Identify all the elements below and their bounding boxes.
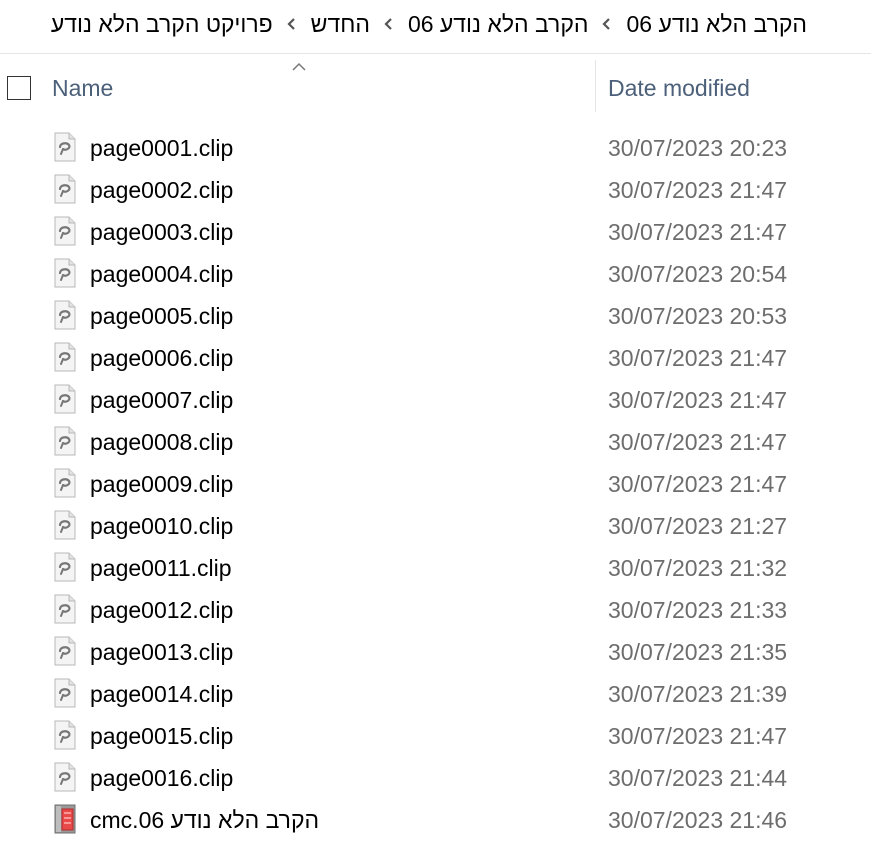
breadcrumb-item-2[interactable]: הקרב הלא נודע 06 [402, 11, 595, 38]
checkbox-icon[interactable] [7, 76, 31, 100]
breadcrumb-item-1[interactable]: הקרב הלא נודע 06 [620, 11, 813, 38]
chevron-left-icon[interactable] [594, 18, 620, 30]
file-list: page0001.clip 30/07/2023 20:23 page0002.cl… [0, 128, 871, 842]
file-row[interactable]: page0007.clip 30/07/2023 21:47 [0, 380, 871, 422]
file-date-modified: 30/07/2023 21:47 [608, 387, 788, 413]
file-name[interactable]: page0016.clip [90, 765, 233, 792]
file-name[interactable]: page0008.clip [90, 429, 233, 456]
clip-file-icon [53, 636, 77, 666]
clip-file-icon [53, 510, 77, 540]
column-resize-handle[interactable] [595, 60, 596, 112]
file-name[interactable]: page0014.clip [90, 681, 233, 708]
file-row[interactable]: page0013.clip 30/07/2023 21:35 [0, 632, 871, 674]
file-name[interactable]: page0005.clip [90, 303, 233, 330]
file-date-modified: 30/07/2023 21:33 [608, 597, 788, 623]
file-name[interactable]: page0002.clip [90, 177, 233, 204]
cmc-file-icon [53, 804, 77, 834]
file-date-modified: 30/07/2023 21:47 [608, 177, 788, 203]
file-date-modified: 30/07/2023 21:47 [608, 723, 788, 749]
file-row[interactable]: page0010.clip 30/07/2023 21:27 [0, 506, 871, 548]
file-name[interactable]: page0007.clip [90, 387, 233, 414]
file-name[interactable]: page0004.clip [90, 261, 233, 288]
clip-file-icon [53, 552, 77, 582]
clip-file-icon [53, 300, 77, 330]
file-name[interactable]: page0001.clip [90, 135, 233, 162]
file-date-modified: 30/07/2023 21:35 [608, 639, 788, 665]
file-row[interactable]: page0009.clip 30/07/2023 21:47 [0, 464, 871, 506]
file-date-modified: 30/07/2023 21:27 [608, 513, 788, 539]
clip-file-icon [53, 384, 77, 414]
clip-file-icon [53, 468, 77, 498]
column-header-date-modified[interactable]: Date modified [608, 75, 750, 102]
file-name[interactable]: page0012.clip [90, 597, 233, 624]
column-header-name[interactable]: Name [52, 75, 113, 102]
file-row[interactable]: הקרב הלא נודע 06.cmc 30/07/2023 21:46 [0, 800, 871, 842]
breadcrumb-item-4[interactable]: פרויקט הקרב הלא נודע [45, 11, 279, 38]
clip-file-icon [53, 720, 77, 750]
file-name[interactable]: page0010.clip [90, 513, 233, 540]
clip-file-icon [53, 216, 77, 246]
chevron-left-icon[interactable] [279, 18, 305, 30]
file-row[interactable]: page0015.clip 30/07/2023 21:47 [0, 716, 871, 758]
clip-file-icon [53, 762, 77, 792]
clip-file-icon [53, 678, 77, 708]
file-row[interactable]: page0005.clip 30/07/2023 20:53 [0, 296, 871, 338]
file-explorer-window: הקרב הלא נודע 06 הקרב הלא נודע 06 החדש פ… [0, 0, 871, 843]
file-name[interactable]: page0011.clip [90, 555, 232, 582]
clip-file-icon [53, 594, 77, 624]
file-name[interactable]: page0013.clip [90, 639, 233, 666]
file-name[interactable]: הקרב הלא נודע 06.cmc [90, 807, 319, 834]
file-date-modified: 30/07/2023 20:54 [608, 261, 788, 287]
file-row[interactable]: page0004.clip 30/07/2023 20:54 [0, 254, 871, 296]
file-date-modified: 30/07/2023 21:39 [608, 681, 788, 707]
sort-up-arrow-icon [291, 59, 307, 77]
file-date-modified: 30/07/2023 20:23 [608, 135, 788, 161]
breadcrumb: הקרב הלא נודע 06 הקרב הלא נודע 06 החדש פ… [0, 0, 871, 48]
file-row[interactable]: page0001.clip 30/07/2023 20:23 [0, 128, 871, 170]
file-name[interactable]: page0009.clip [90, 471, 233, 498]
file-row[interactable]: page0014.clip 30/07/2023 21:39 [0, 674, 871, 716]
file-row[interactable]: page0003.clip 30/07/2023 21:47 [0, 212, 871, 254]
file-name[interactable]: page0006.clip [90, 345, 233, 372]
file-row[interactable]: page0006.clip 30/07/2023 21:47 [0, 338, 871, 380]
file-date-modified: 30/07/2023 21:47 [608, 429, 788, 455]
file-row[interactable]: page0008.clip 30/07/2023 21:47 [0, 422, 871, 464]
file-row[interactable]: page0016.clip 30/07/2023 21:44 [0, 758, 871, 800]
file-date-modified: 30/07/2023 21:46 [608, 807, 788, 833]
file-date-modified: 30/07/2023 20:53 [608, 303, 788, 329]
chevron-left-icon[interactable] [376, 18, 402, 30]
file-date-modified: 30/07/2023 21:44 [608, 765, 788, 791]
file-date-modified: 30/07/2023 21:32 [608, 555, 788, 581]
file-date-modified: 30/07/2023 21:47 [608, 345, 788, 371]
column-header: Name Date modified [0, 54, 871, 118]
file-date-modified: 30/07/2023 21:47 [608, 219, 788, 245]
clip-file-icon [53, 174, 77, 204]
file-row[interactable]: page0012.clip 30/07/2023 21:33 [0, 590, 871, 632]
file-name[interactable]: page0003.clip [90, 219, 233, 246]
breadcrumb-item-3[interactable]: החדש [305, 11, 376, 38]
clip-file-icon [53, 426, 77, 456]
clip-file-icon [53, 132, 77, 162]
file-row[interactable]: page0002.clip 30/07/2023 21:47 [0, 170, 871, 212]
clip-file-icon [53, 258, 77, 288]
file-name[interactable]: page0015.clip [90, 723, 233, 750]
file-date-modified: 30/07/2023 21:47 [608, 471, 788, 497]
file-row[interactable]: page0011.clip 30/07/2023 21:32 [0, 548, 871, 590]
clip-file-icon [53, 342, 77, 372]
